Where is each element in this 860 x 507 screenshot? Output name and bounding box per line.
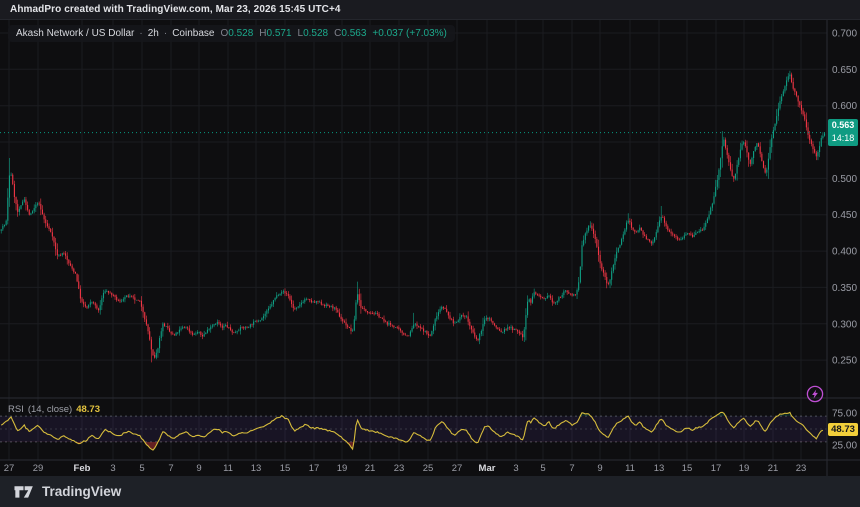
boost-button[interactable]	[805, 384, 825, 404]
tradingview-logo[interactable]	[12, 482, 35, 501]
price-axis[interactable]	[827, 19, 860, 460]
interval-label: 2h	[148, 28, 159, 39]
rsi-params: (14, close)	[28, 404, 72, 415]
attribution-text: AhmadPro created with TradingView.com, M…	[10, 4, 341, 15]
time-axis[interactable]	[0, 460, 827, 476]
candlestick-chart-canvas[interactable]: 0.7000.6500.6000.5500.5000.4500.4000.350…	[0, 0, 860, 507]
legend-separator: ·	[139, 28, 142, 39]
rsi-value: 48.73	[76, 404, 100, 415]
ohlc-close: C0.563	[334, 28, 366, 39]
ohlc-open: O0.528	[220, 28, 253, 39]
footer-brand[interactable]: TradingView	[42, 484, 121, 499]
exchange-label: Coinbase	[172, 28, 214, 39]
rsi-pane	[0, 412, 827, 450]
footer-bar: TradingView	[0, 476, 860, 507]
candles	[1, 71, 825, 363]
ohlc-low: L0.528	[298, 28, 329, 39]
rsi-indicator-legend[interactable]: RSI (14, close) 48.73	[8, 404, 100, 415]
price-change: +0.037 (+7.03%)	[372, 28, 447, 39]
lightning-icon	[807, 386, 822, 401]
symbol-legend[interactable]: Akash Network / US Dollar · 2h · Coinbas…	[8, 25, 455, 42]
tradingview-snapshot: { "attribution": "AhmadPro created with …	[0, 0, 860, 507]
ohlc-high: H0.571	[259, 28, 291, 39]
legend-separator: ·	[164, 28, 167, 39]
attribution-bar: AhmadPro created with TradingView.com, M…	[0, 0, 860, 20]
pane-separators	[0, 19, 860, 476]
symbol-title: Akash Network / US Dollar	[16, 28, 134, 39]
rsi-title: RSI	[8, 404, 24, 415]
grid-lines	[0, 19, 827, 460]
